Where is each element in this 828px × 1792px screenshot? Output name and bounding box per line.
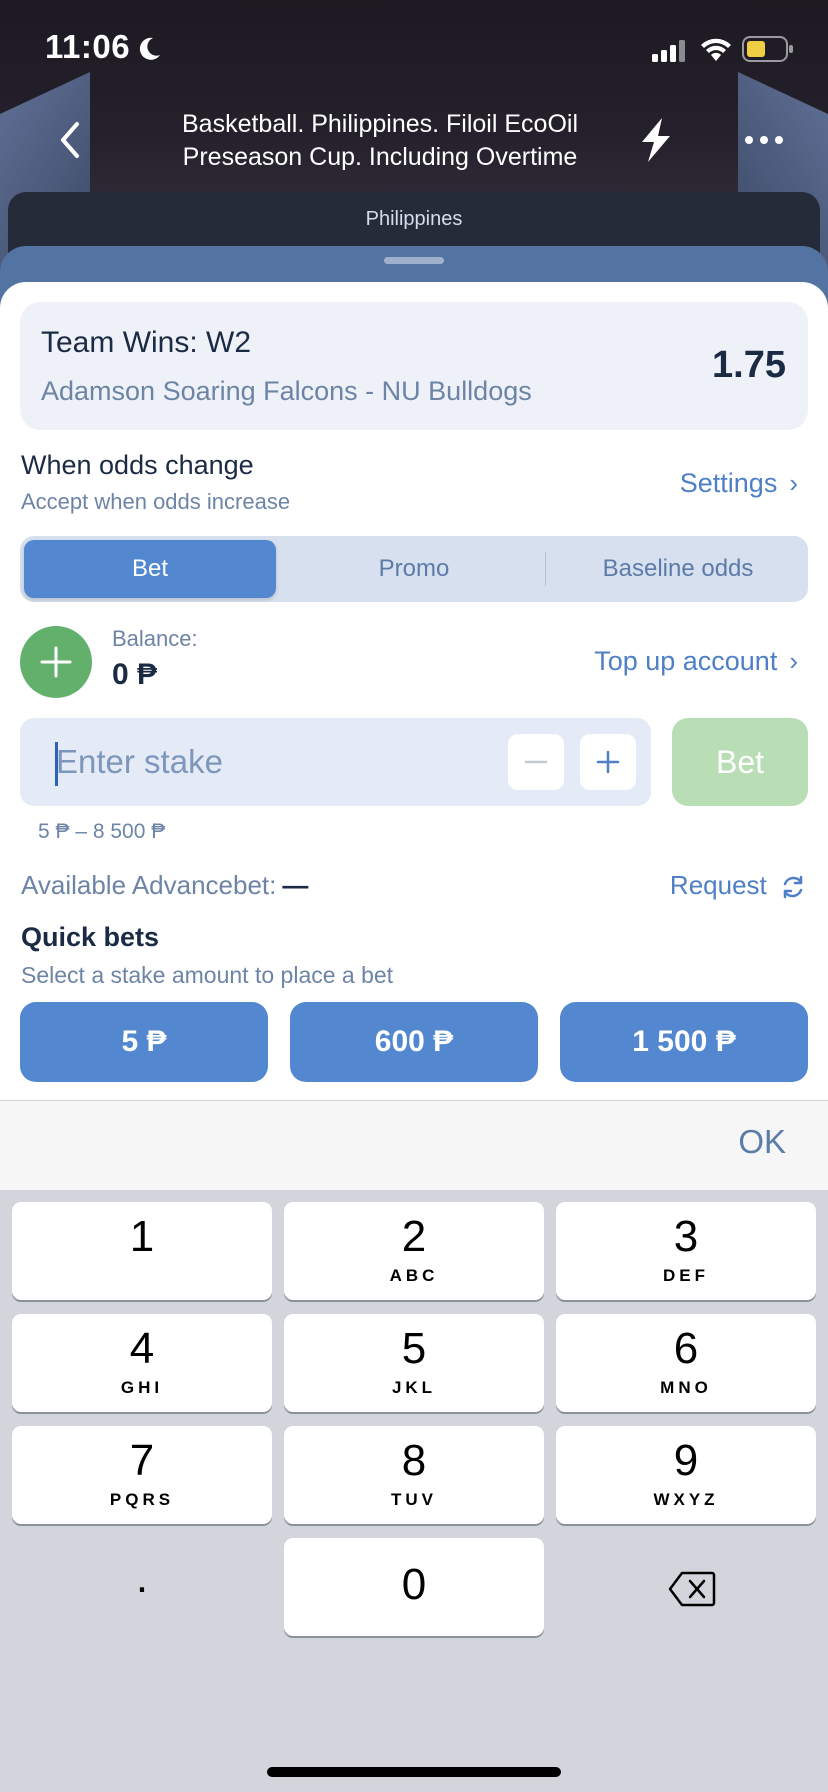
key-0[interactable]: 0	[284, 1538, 544, 1636]
quick-bet-button[interactable]: 1 500 ₱	[560, 1002, 808, 1082]
bet-type-tabs: Bet Promo Baseline odds	[20, 536, 808, 602]
key-letters: PQRS	[109, 1490, 175, 1509]
key-5[interactable]: 5 JKL	[284, 1314, 544, 1412]
wifi-icon	[701, 38, 731, 61]
page-title: Basketball. Philippines. Filoil EcoOil P…	[181, 110, 578, 171]
balance-value: 0 ₱	[112, 658, 158, 691]
odds-change-section: When odds change Accept when odds increa…	[21, 450, 290, 515]
key-letters: GHI	[120, 1378, 164, 1397]
quick-bet-button[interactable]: 600 ₱	[290, 1002, 538, 1082]
tab-divider	[545, 552, 546, 586]
key-8[interactable]: 8 TUV	[284, 1426, 544, 1524]
request-label: Request	[669, 870, 767, 900]
key-1[interactable]: 1	[12, 1202, 272, 1300]
bet-market-title: Team Wins: W2	[41, 326, 252, 359]
ok-button[interactable]: OK	[738, 1123, 786, 1161]
key-digit: 7	[129, 1436, 155, 1485]
settings-link[interactable]: Settings ›	[680, 468, 798, 499]
place-bet-button[interactable]: Bet	[672, 718, 808, 806]
odds-change-subtitle: Accept when odds increase	[21, 489, 291, 514]
advancebet-label: Available Advancebet:	[21, 870, 277, 900]
key-letters: TUV	[391, 1490, 437, 1509]
quick-bets-title: Quick bets	[21, 922, 160, 952]
quick-bet-button[interactable]: 5 ₱	[20, 1002, 268, 1082]
stake-input[interactable]	[56, 736, 476, 788]
key-digit: .	[135, 1553, 149, 1602]
key-digit: 5	[401, 1324, 427, 1373]
stake-range: 5 ₱ – 8 500 ₱	[38, 820, 166, 843]
key-digit: 9	[673, 1436, 699, 1485]
key-digit: 8	[401, 1436, 427, 1485]
key-digit: 4	[129, 1324, 155, 1373]
key-2[interactable]: 2 ABC	[284, 1202, 544, 1300]
top-up-label: Top up account	[594, 646, 778, 676]
key-letters: WXYZ	[653, 1490, 719, 1509]
key-6[interactable]: 6 MNO	[556, 1314, 816, 1412]
bet-odds-value: 1.75	[712, 344, 786, 386]
minus-icon	[524, 760, 548, 764]
chevron-right-icon: ›	[789, 468, 798, 498]
key-backspace[interactable]	[556, 1538, 816, 1636]
plus-icon	[596, 750, 620, 774]
sub-header-label: Philippines	[365, 208, 463, 230]
lightning-icon[interactable]	[636, 116, 676, 164]
balance-label: Balance:	[112, 626, 198, 651]
key-digit: 0	[401, 1560, 427, 1609]
key-letters: JKL	[391, 1378, 437, 1397]
quick-bets-subtitle: Select a stake amount to place a bet	[21, 962, 394, 988]
back-icon[interactable]	[55, 118, 85, 162]
status-bar: 11:06	[0, 0, 828, 100]
nav-bar: Basketball. Philippines. Filoil EcoOil P…	[0, 100, 828, 180]
status-time: 11:06	[45, 28, 131, 65]
key-letters: ABC	[389, 1266, 439, 1285]
key-7[interactable]: 7 PQRS	[12, 1426, 272, 1524]
advancebet-row: Available Advancebet: —	[21, 870, 308, 901]
keyboard-accessory-bar: OK	[0, 1100, 828, 1190]
odds-change-title: When odds change	[21, 450, 254, 480]
add-funds-button[interactable]	[20, 626, 92, 698]
settings-label: Settings	[679, 468, 778, 498]
moon-icon	[139, 37, 160, 60]
key-digit: 3	[673, 1212, 699, 1261]
battery-icon	[742, 36, 793, 62]
signal-icon	[652, 40, 685, 62]
backspace-icon	[668, 1571, 716, 1607]
key-letters: DEF	[663, 1266, 709, 1285]
key-digit: 1	[129, 1212, 155, 1261]
request-advancebet-link[interactable]: Request	[670, 870, 806, 901]
key-3[interactable]: 3 DEF	[556, 1202, 816, 1300]
key-4[interactable]: 4 GHI	[12, 1314, 272, 1412]
key-digit: 6	[673, 1324, 699, 1373]
key-digit: 2	[401, 1212, 427, 1261]
increase-stake-button[interactable]	[580, 734, 636, 790]
key-letters: MNO	[660, 1378, 712, 1397]
refresh-icon	[783, 875, 803, 899]
chevron-right-icon: ›	[789, 646, 798, 676]
tab-bet[interactable]: Bet	[24, 540, 276, 598]
plus-icon	[40, 646, 72, 678]
stake-field[interactable]	[20, 718, 651, 806]
sheet-grabber[interactable]	[384, 257, 444, 264]
decrease-stake-button[interactable]	[508, 734, 564, 790]
advancebet-value: —	[282, 870, 309, 900]
tab-baseline-odds[interactable]: Baseline odds	[552, 540, 804, 598]
more-options-icon[interactable]	[744, 134, 784, 146]
bet-slip-sheet: Team Wins: W2 Adamson Soaring Falcons - …	[0, 282, 828, 1102]
numeric-keypad: 1 2 ABC 3 DEF 4 GHI 5 JKL 6 MNO 7 PQRS 8…	[0, 1190, 828, 1792]
home-indicator[interactable]	[267, 1767, 561, 1777]
key-9[interactable]: 9 WXYZ	[556, 1426, 816, 1524]
top-up-account-link[interactable]: Top up account ›	[594, 646, 798, 677]
key-decimal[interactable]: .	[12, 1538, 272, 1636]
bet-selection-card: Team Wins: W2 Adamson Soaring Falcons - …	[20, 302, 808, 430]
tab-promo[interactable]: Promo	[288, 540, 540, 598]
bet-event-teams: Adamson Soaring Falcons - NU Bulldogs	[41, 376, 532, 406]
